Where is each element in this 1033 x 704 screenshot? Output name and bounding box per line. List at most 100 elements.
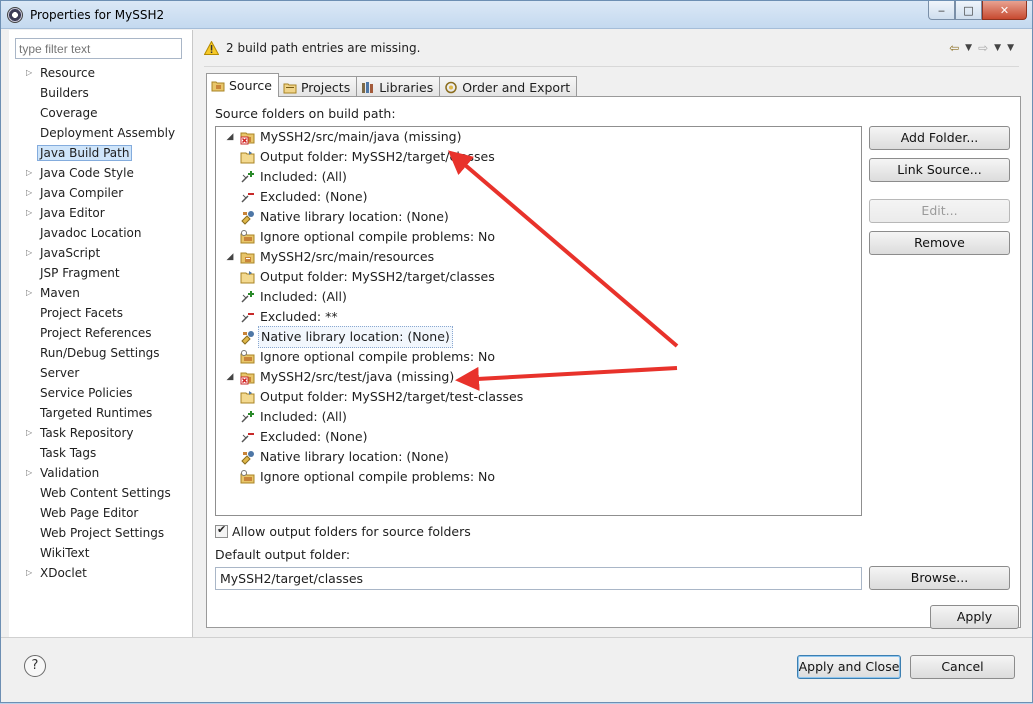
- tree-attribute[interactable]: Ignore optional compile problems: No: [240, 347, 495, 367]
- forward-arrow-icon[interactable]: ⇨: [978, 41, 988, 55]
- warning-icon: [204, 41, 219, 55]
- nav-item[interactable]: ▷ Task Repository: [9, 423, 193, 443]
- tree-attribute[interactable]: Ignore optional compile problems: No: [240, 227, 495, 247]
- browse-button[interactable]: Browse...: [869, 566, 1010, 590]
- edit-button[interactable]: Edit...: [869, 199, 1010, 223]
- tree-item-label: Native library location: (None): [258, 326, 453, 348]
- tab-projects[interactable]: Projects: [277, 76, 358, 97]
- collapse-triangle-icon[interactable]: ◢: [224, 367, 236, 387]
- tab-source[interactable]: Source: [206, 73, 279, 97]
- nav-item[interactable]: Deployment Assembly: [9, 123, 193, 143]
- forward-menu-chevron-down-icon[interactable]: ▼: [994, 41, 1001, 55]
- nav-item[interactable]: Web Page Editor: [9, 503, 193, 523]
- tab-libraries[interactable]: Libraries: [356, 76, 441, 97]
- tree-attribute[interactable]: Output folder: MySSH2/target/classes: [240, 147, 495, 167]
- nav-item-label: Run/Debug Settings: [40, 346, 160, 360]
- nav-item[interactable]: Task Tags: [9, 443, 193, 463]
- nav-item-label: Java Build Path: [37, 145, 133, 161]
- nav-item-label: Coverage: [40, 106, 98, 120]
- tree-attribute[interactable]: Included: (All): [240, 287, 347, 307]
- remove-button[interactable]: Remove: [869, 231, 1010, 255]
- help-icon[interactable]: ?: [24, 655, 46, 677]
- ignore-problems-icon: [240, 349, 256, 365]
- title-bar[interactable]: Properties for MySSH2 ‒ □ ✕: [1, 1, 1032, 29]
- expand-triangle-icon[interactable]: ▷: [26, 243, 36, 263]
- nav-item[interactable]: Server: [9, 363, 193, 383]
- back-arrow-icon[interactable]: ⇦: [949, 41, 959, 55]
- nav-item-label: XDoclet: [40, 566, 87, 580]
- nav-item[interactable]: Javadoc Location: [9, 223, 193, 243]
- tree-attribute[interactable]: Excluded: (None): [240, 427, 367, 447]
- nav-item[interactable]: Builders: [9, 83, 193, 103]
- tree-attribute[interactable]: Native library location: (None): [240, 326, 453, 348]
- default-output-folder-field[interactable]: MySSH2/target/classes: [215, 567, 862, 590]
- nav-item[interactable]: ▷ XDoclet: [9, 563, 193, 583]
- back-menu-chevron-down-icon[interactable]: ▼: [965, 41, 972, 55]
- tree-attribute[interactable]: Ignore optional compile problems: No: [240, 467, 495, 487]
- apply-button[interactable]: Apply: [930, 605, 1019, 629]
- nav-item[interactable]: WikiText: [9, 543, 193, 563]
- tree-item-label: Output folder: MySSH2/target/classes: [260, 269, 495, 284]
- allow-output-folders-checkbox[interactable]: [215, 523, 228, 538]
- tree-source-folder[interactable]: ◢ MySSH2/src/test/java (missing): [224, 367, 454, 387]
- expand-triangle-icon[interactable]: ▷: [26, 563, 36, 583]
- nav-item-label: Service Policies: [40, 386, 133, 400]
- preference-navigation: ▷ Resource Builders Coverage Deployment Asse…: [9, 30, 193, 637]
- maximize-button[interactable]: □: [955, 1, 982, 20]
- tree-attribute[interactable]: Output folder: MySSH2/target/test-classe…: [240, 387, 523, 407]
- nav-item[interactable]: ▷ Java Compiler: [9, 183, 193, 203]
- window-controls: ‒ □ ✕: [928, 1, 1027, 21]
- expand-triangle-icon[interactable]: ▷: [26, 283, 36, 303]
- nav-item[interactable]: Run/Debug Settings: [9, 343, 193, 363]
- tree-attribute[interactable]: Included: (All): [240, 407, 347, 427]
- libraries-tab-icon: [361, 81, 375, 94]
- nav-item[interactable]: ▷ Java Editor: [9, 203, 193, 223]
- nav-item[interactable]: Targeted Runtimes: [9, 403, 193, 423]
- nav-item[interactable]: ▷ JavaScript: [9, 243, 193, 263]
- tree-attribute[interactable]: Excluded: (None): [240, 187, 367, 207]
- nav-item[interactable]: ▷ Maven: [9, 283, 193, 303]
- cancel-button[interactable]: Cancel: [910, 655, 1015, 679]
- close-button[interactable]: ✕: [982, 1, 1027, 20]
- apply-and-close-button[interactable]: Apply and Close: [797, 655, 901, 679]
- nav-item[interactable]: ▷ Validation: [9, 463, 193, 483]
- nav-item[interactable]: JSP Fragment: [9, 263, 193, 283]
- expand-triangle-icon[interactable]: ▷: [26, 203, 36, 223]
- tree-source-folder[interactable]: ◢ MySSH2/src/main/resources: [224, 247, 435, 267]
- tree-source-folder[interactable]: ◢ MySSH2/src/main/java (missing): [224, 127, 461, 147]
- allow-output-folders-option[interactable]: Allow output folders for source folders: [215, 523, 471, 539]
- minimize-button[interactable]: ‒: [928, 1, 955, 20]
- collapse-triangle-icon[interactable]: ◢: [224, 247, 236, 267]
- exclusion-filter-icon: [240, 429, 256, 445]
- tab-order-and-export[interactable]: Order and Export: [439, 76, 578, 97]
- collapse-triangle-icon[interactable]: ◢: [224, 127, 236, 147]
- nav-item[interactable]: ▷ Resource: [9, 63, 193, 83]
- filter-input[interactable]: [15, 38, 182, 59]
- source-folder-tree[interactable]: ◢ MySSH2/src/main/java (missing) Output fo…: [215, 126, 862, 516]
- tree-attribute[interactable]: Output folder: MySSH2/target/classes: [240, 267, 495, 287]
- nav-item[interactable]: Web Project Settings: [9, 523, 193, 543]
- nav-item[interactable]: Java Build Path: [9, 143, 193, 163]
- view-menu-chevron-down-icon[interactable]: ▼: [1007, 41, 1014, 55]
- add-folder-button[interactable]: Add Folder...: [869, 126, 1010, 150]
- expand-triangle-icon[interactable]: ▷: [26, 63, 36, 83]
- nav-item[interactable]: Service Policies: [9, 383, 193, 403]
- tree-attribute[interactable]: Native library location: (None): [240, 447, 449, 467]
- nav-item[interactable]: Project Facets: [9, 303, 193, 323]
- expand-triangle-icon[interactable]: ▷: [26, 463, 36, 483]
- nav-item[interactable]: Project References: [9, 323, 193, 343]
- tree-attribute[interactable]: Excluded: **: [240, 307, 338, 327]
- expand-triangle-icon[interactable]: ▷: [26, 163, 36, 183]
- nav-item[interactable]: Web Content Settings: [9, 483, 193, 503]
- tree-item-label: Native library location: (None): [260, 209, 449, 224]
- tree-attribute[interactable]: Included: (All): [240, 167, 347, 187]
- tree-attribute[interactable]: Native library location: (None): [240, 207, 449, 227]
- nav-item[interactable]: ▷ Java Code Style: [9, 163, 193, 183]
- expand-triangle-icon[interactable]: ▷: [26, 183, 36, 203]
- ignore-problems-icon: [240, 469, 256, 485]
- window-title: Properties for MySSH2: [30, 8, 165, 22]
- tree-item-label: MySSH2/src/main/java (missing): [260, 129, 462, 144]
- expand-triangle-icon[interactable]: ▷: [26, 423, 36, 443]
- nav-item[interactable]: Coverage: [9, 103, 193, 123]
- link-source-button[interactable]: Link Source...: [869, 158, 1010, 182]
